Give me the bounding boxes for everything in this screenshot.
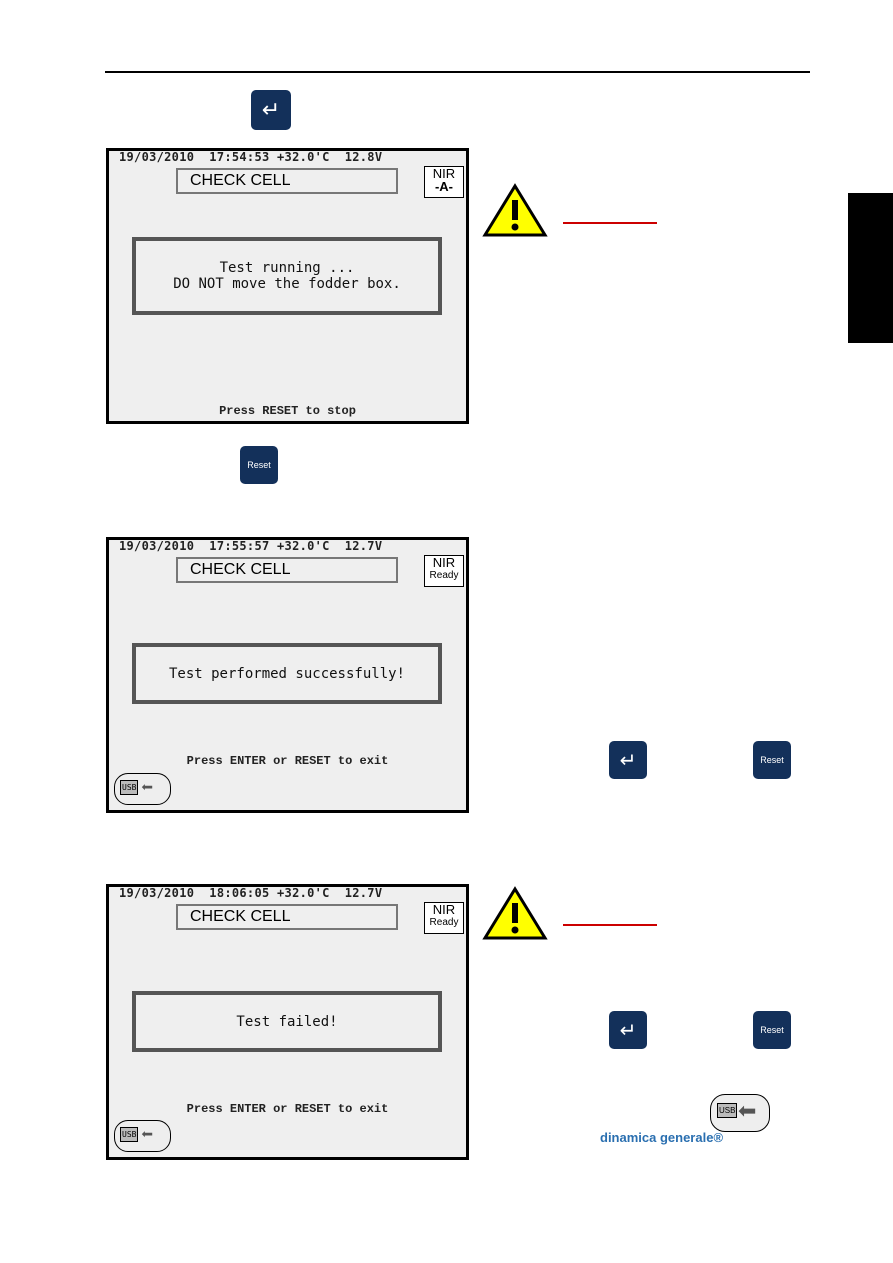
- usb-export-icon[interactable]: USB ⬅: [114, 773, 171, 805]
- reset-key-icon: Reset: [753, 741, 791, 779]
- screen-test-failed: 19/03/2010 18:06:05 +32.0'C 12.7V CHECK …: [106, 884, 469, 1160]
- nir-badge: NIR -A-: [424, 166, 464, 198]
- screen-test-success: 19/03/2010 17:55:57 +32.0'C 12.7V CHECK …: [106, 537, 469, 813]
- enter-key-icon: ↵: [609, 741, 647, 779]
- screen-title: CHECK CELL: [176, 904, 398, 930]
- usb-export-icon: USB ⬅: [710, 1094, 770, 1132]
- hint-text: Press ENTER or RESET to exit: [186, 1102, 389, 1116]
- hint-text: Press RESET to stop: [219, 404, 356, 418]
- section-tab: [848, 193, 893, 343]
- screen-title: CHECK CELL: [176, 168, 398, 194]
- screen-title: CHECK CELL: [176, 557, 398, 583]
- warning-icon: [482, 183, 548, 237]
- message-box: Test running ... DO NOT move the fodder b…: [132, 237, 442, 315]
- nir-badge: NIR Ready: [424, 555, 464, 587]
- reset-key-icon: Reset: [753, 1011, 791, 1049]
- status-bar: 19/03/2010 17:55:57 +32.0'C 12.7V: [119, 539, 383, 553]
- enter-key-icon: ↵: [609, 1011, 647, 1049]
- hint-text: Press ENTER or RESET to exit: [186, 754, 389, 768]
- message-box: Test performed successfully!: [132, 643, 442, 704]
- status-bar: 19/03/2010 17:54:53 +32.0'C 12.8V: [119, 150, 383, 164]
- status-bar: 19/03/2010 18:06:05 +32.0'C 12.7V: [119, 886, 383, 900]
- usb-export-icon[interactable]: USB ⬅: [114, 1120, 171, 1152]
- enter-key-icon: ↵: [251, 90, 291, 130]
- warning-icon: [482, 886, 548, 940]
- warning-underline: [563, 924, 657, 926]
- header-rule: [105, 71, 810, 73]
- warning-underline: [563, 222, 657, 224]
- screen-test-running: 19/03/2010 17:54:53 +32.0'C 12.8V CHECK …: [106, 148, 469, 424]
- message-box: Test failed!: [132, 991, 442, 1052]
- brand-logo: dinamica generale®: [600, 1130, 724, 1145]
- reset-key-icon: Reset: [240, 446, 278, 484]
- nir-badge: NIR Ready: [424, 902, 464, 934]
